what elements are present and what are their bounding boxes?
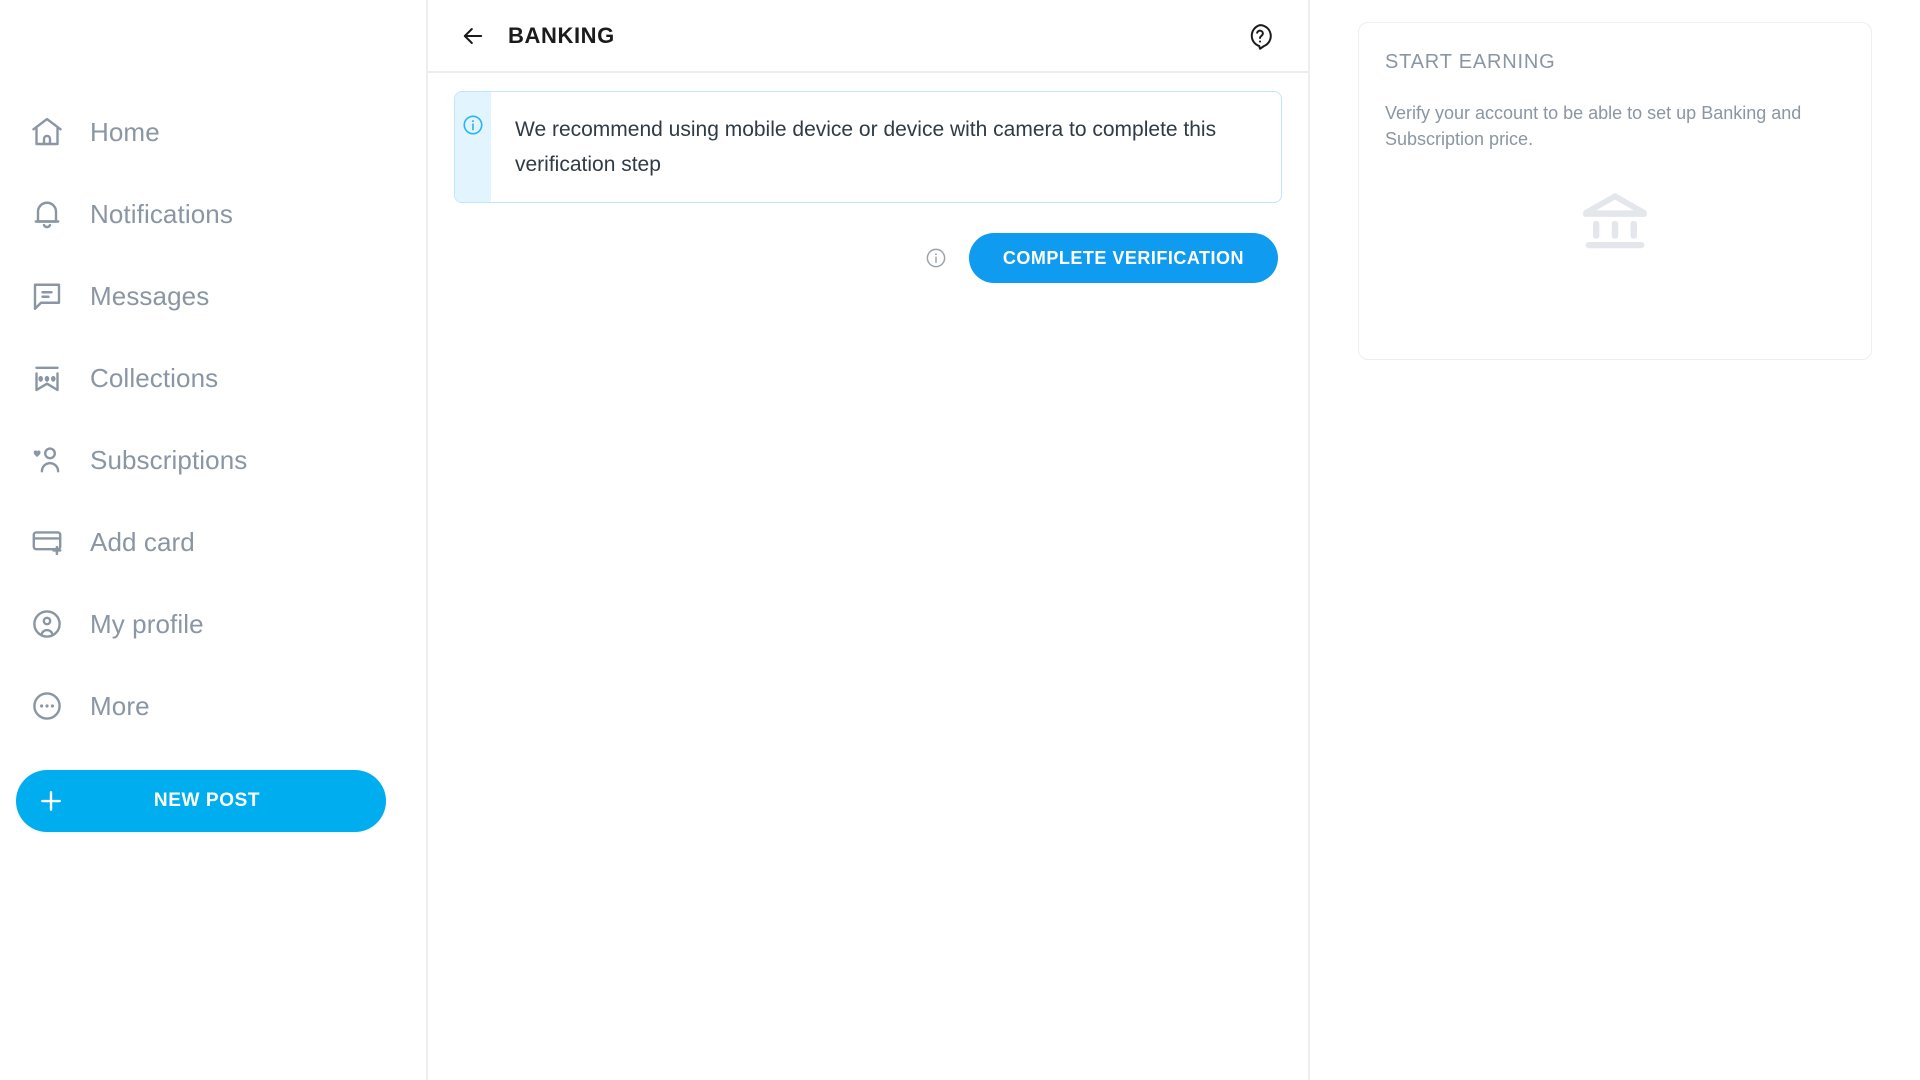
sidebar-item-messages[interactable]: Messages	[0, 272, 426, 320]
sidebar-item-label: Home	[90, 116, 160, 147]
help-question-icon[interactable]	[1240, 16, 1280, 56]
sidebar-item-label: Add card	[90, 526, 195, 557]
home-icon	[22, 112, 72, 152]
credit-card-plus-icon	[22, 522, 72, 562]
info-circle-icon	[462, 114, 484, 141]
new-post-button[interactable]: NEW POST	[16, 770, 386, 832]
start-earning-card: START EARNING Verify your account to be …	[1358, 22, 1872, 360]
user-heart-icon	[22, 440, 72, 480]
sidebar-item-subscriptions[interactable]: Subscriptions	[0, 436, 426, 484]
main-body: We recommend using mobile device or devi…	[428, 73, 1308, 283]
sidebar-item-label: Messages	[90, 280, 210, 311]
sidebar-item-label: Collections	[90, 362, 219, 393]
sidebar-item-label: More	[90, 690, 150, 721]
user-circle-icon	[22, 604, 72, 644]
sidebar-item-label: Subscriptions	[90, 444, 248, 475]
recommendation-banner: We recommend using mobile device or devi…	[454, 91, 1282, 203]
complete-verification-button[interactable]: COMPLETE VERIFICATION	[968, 233, 1278, 283]
sidebar-item-add-card[interactable]: Add card	[0, 518, 426, 566]
banner-text: We recommend using mobile device or devi…	[515, 118, 1217, 176]
sidebar-item-label: My profile	[90, 608, 204, 639]
bookmark-stars-icon	[22, 358, 72, 398]
sidebar-item-notifications[interactable]: Notifications	[0, 190, 426, 238]
ellipsis-circle-icon	[22, 686, 72, 726]
sidebar-item-my-profile[interactable]: My profile	[0, 600, 426, 648]
bank-building-icon	[1581, 189, 1649, 256]
arrow-left-icon[interactable]	[453, 16, 493, 56]
sidebar-item-collections[interactable]: Collections	[0, 354, 426, 402]
page-title: BANKING	[508, 22, 615, 48]
bell-icon	[22, 194, 72, 234]
start-earning-title: START EARNING	[1385, 51, 1556, 73]
sidebar-item-home[interactable]: Home	[0, 108, 426, 156]
app-root: Home Notifications Messages Collections …	[0, 0, 1920, 1080]
start-earning-illustration	[1385, 152, 1845, 329]
new-post-label: NEW POST	[153, 790, 261, 811]
sidebar: Home Notifications Messages Collections …	[0, 0, 428, 1080]
message-icon	[22, 276, 72, 316]
start-earning-description: Verify your account to be able to set up…	[1385, 103, 1802, 149]
main-header: BANKING	[428, 0, 1308, 73]
plus-icon	[16, 786, 86, 816]
main-column: BANKING We recommend using mobile device…	[428, 0, 1310, 1080]
info-circle-outline-icon[interactable]	[925, 247, 947, 269]
sidebar-item-label: Notifications	[90, 198, 233, 229]
sidebar-item-more[interactable]: More	[0, 682, 426, 730]
verification-action-row: COMPLETE VERIFICATION	[454, 233, 1282, 283]
right-panel: START EARNING Verify your account to be …	[1310, 0, 1920, 1080]
banner-icon-strip	[455, 92, 491, 202]
